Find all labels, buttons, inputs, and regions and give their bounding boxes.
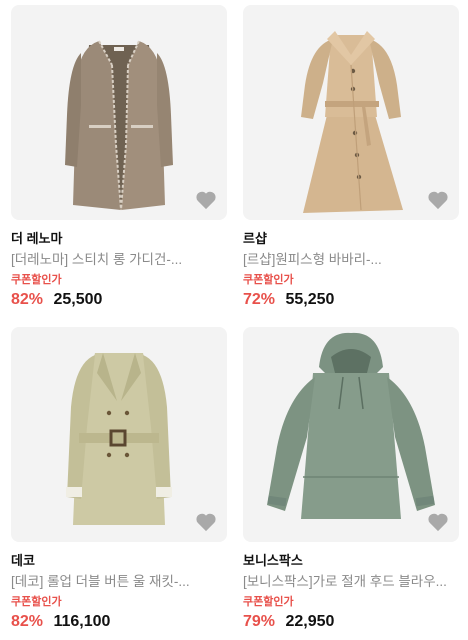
price-row: 72% 55,250 [243, 290, 459, 310]
sale-price: 25,500 [53, 291, 103, 308]
product-name[interactable]: [르샵]원피스형 바바리-... [243, 251, 459, 269]
coupon-price-label: 쿠폰할인가 [243, 596, 294, 608]
coupon-price-label: 쿠폰할인가 [11, 596, 62, 608]
product-image[interactable] [243, 5, 459, 220]
product-name[interactable]: [더레노마] 스티치 롱 가디건-... [11, 251, 227, 269]
product-name[interactable]: [보니스팍스]가로 절개 후드 블라우... [243, 573, 459, 591]
heart-icon[interactable] [427, 512, 449, 532]
discount-rate: 79% [243, 613, 276, 630]
product-image[interactable] [11, 327, 227, 542]
brand-name[interactable]: 르샵 [243, 230, 459, 247]
product-card[interactable]: 데코 [데코] 롤업 더블 버튼 울 재킷-... 쿠폰할인가 82% 116,… [11, 327, 227, 632]
trench-dress-image [301, 31, 403, 213]
discount-rate: 82% [11, 613, 44, 630]
product-grid: 더 레노마 [더레노마] 스티치 롱 가디건-... 쿠폰할인가 82% 25,… [0, 0, 468, 640]
heart-icon[interactable] [427, 190, 449, 210]
heart-icon[interactable] [195, 190, 217, 210]
product-image[interactable] [243, 327, 459, 542]
product-card[interactable]: 르샵 [르샵]원피스형 바바리-... 쿠폰할인가 72% 55,250 [243, 5, 459, 310]
discount-rate: 82% [11, 291, 44, 308]
hooded-blouse-image [267, 332, 435, 519]
product-name[interactable]: [데코] 롤업 더블 버튼 울 재킷-... [11, 573, 227, 591]
sale-price: 22,950 [285, 613, 335, 630]
brand-name[interactable]: 보니스팍스 [243, 552, 459, 569]
sale-price: 116,100 [53, 613, 111, 630]
sale-price: 55,250 [285, 291, 335, 308]
discount-rate: 72% [243, 291, 276, 308]
price-row: 82% 116,100 [11, 612, 227, 632]
price-row: 82% 25,500 [11, 290, 227, 310]
price-row: 79% 22,950 [243, 612, 459, 632]
heart-icon[interactable] [195, 512, 217, 532]
long-cardigan-image [65, 40, 173, 211]
brand-name[interactable]: 데코 [11, 552, 227, 569]
coupon-price-label: 쿠폰할인가 [243, 274, 294, 286]
belted-wool-jacket-image [66, 353, 172, 525]
product-card[interactable]: 더 레노마 [더레노마] 스티치 롱 가디건-... 쿠폰할인가 82% 25,… [11, 5, 227, 310]
coupon-price-label: 쿠폰할인가 [11, 274, 62, 286]
product-image[interactable] [11, 5, 227, 220]
product-card[interactable]: 보니스팍스 [보니스팍스]가로 절개 후드 블라우... 쿠폰할인가 79% 2… [243, 327, 459, 632]
brand-name[interactable]: 더 레노마 [11, 230, 227, 247]
